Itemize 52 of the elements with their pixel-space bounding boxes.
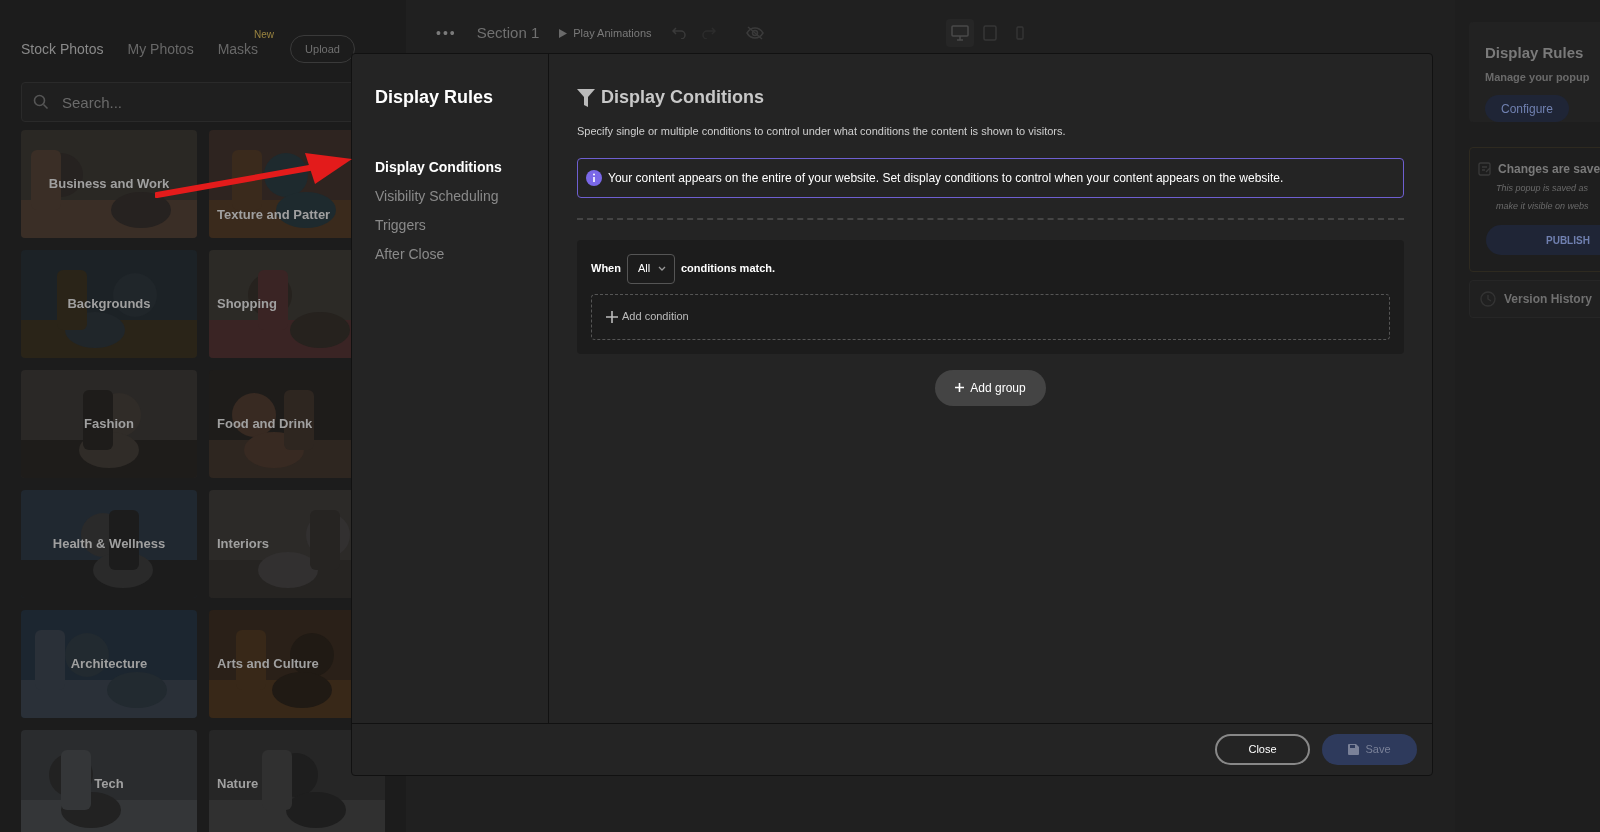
- tile-label[interactable]: Interiors: [217, 534, 269, 554]
- tile-label[interactable]: Health & Wellness: [52, 534, 166, 554]
- nav-item[interactable]: After Close: [375, 244, 445, 265]
- tab[interactable]: My Photos: [127, 38, 194, 60]
- info-notice: Your content appears on the entire of your website. Set display conditions to control when your content appears on the website.: [577, 157, 1404, 198]
- tile-label[interactable]: Fashion: [84, 414, 134, 434]
- status-text: make it visible on webs: [1496, 199, 1589, 213]
- panel-subtitle: Manage your popup: [1485, 69, 1590, 85]
- add-condition-button[interactable]: Add condition: [591, 293, 1390, 340]
- edit-icon: [1478, 162, 1492, 176]
- status-text: This popup is saved as: [1496, 182, 1589, 195]
- tile-label[interactable]: Arts and Culture: [217, 654, 319, 674]
- version-history-button[interactable]: Version History: [1469, 280, 1600, 318]
- new-label: New: [254, 27, 275, 42]
- filter-icon: [577, 88, 595, 107]
- tile-label[interactable]: Food and Drink: [217, 414, 313, 434]
- close-button[interactable]: Close: [1215, 734, 1310, 765]
- dialog-title: Display Rules: [375, 86, 495, 109]
- play-animations-button[interactable]: Play Animations: [559, 24, 652, 42]
- more-menu[interactable]: •••: [436, 22, 457, 44]
- search-icon: [33, 94, 49, 110]
- section-name: Section 1: [476, 22, 540, 43]
- tab-label[interactable]: Masks: [217, 40, 259, 57]
- match-dropdown[interactable]: All: [626, 253, 675, 284]
- nav-item[interactable]: Triggers: [375, 215, 426, 236]
- nav-item[interactable]: Visibility Scheduling: [375, 186, 499, 207]
- publish-button[interactable]: PUBLISH: [1486, 225, 1600, 255]
- tile-label[interactable]: Nature: [217, 774, 259, 794]
- add-group-button[interactable]: Add group: [935, 369, 1046, 406]
- hidden-eye-icon[interactable]: [745, 26, 764, 40]
- tile-label[interactable]: Tech: [94, 774, 124, 794]
- tile-label[interactable]: Business and Work: [48, 174, 170, 194]
- undo-icon[interactable]: [671, 27, 686, 39]
- tab[interactable]: Stock Photos: [21, 38, 104, 60]
- nav-item[interactable]: Display Conditions: [375, 157, 502, 178]
- tile-label[interactable]: Backgrounds: [67, 294, 151, 314]
- tile-label[interactable]: Architecture: [70, 654, 148, 674]
- plus-icon: [955, 383, 965, 392]
- match-label: conditions match.: [680, 261, 776, 277]
- section-heading: Display Conditions: [601, 86, 764, 109]
- play-icon: [559, 28, 568, 38]
- tile-label[interactable]: Shopping: [217, 294, 277, 314]
- panel-title: Display Rules: [1485, 43, 1584, 63]
- configure-button[interactable]: Configure: [1485, 95, 1570, 122]
- when-label: When: [591, 261, 621, 277]
- chevron-down-icon: [658, 266, 667, 271]
- status-title: Changes are save: [1498, 161, 1600, 178]
- monitor-icon: [950, 25, 969, 41]
- info-icon: [586, 169, 602, 186]
- desktop-view-button[interactable]: [945, 19, 974, 47]
- description-text: Specify single or multiple conditions to control under what conditions the content is shown to visitors.: [577, 124, 1067, 139]
- plus-icon: [606, 310, 618, 323]
